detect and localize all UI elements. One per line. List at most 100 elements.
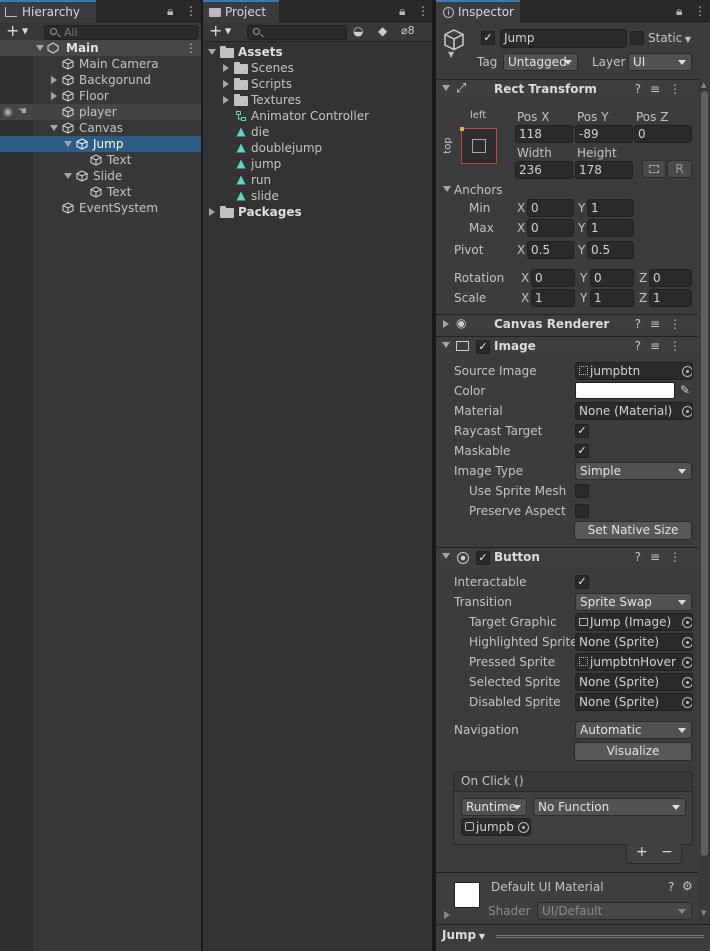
- raw-edit-button[interactable]: R: [667, 160, 692, 178]
- hierarchy-search-input[interactable]: All: [44, 25, 198, 40]
- button-header[interactable]: ✓ Button ?≡⋮: [436, 547, 698, 567]
- posy-field[interactable]: -89: [575, 125, 633, 143]
- navigation-dropdown[interactable]: Automatic: [575, 721, 692, 739]
- active-checkbox[interactable]: ✓: [481, 31, 495, 45]
- raycast-target-checkbox[interactable]: ✓: [575, 424, 589, 438]
- function-dropdown[interactable]: No Function: [533, 798, 686, 816]
- collapse-arrow-icon[interactable]: [442, 85, 450, 91]
- onclick-object-field[interactable]: jumpb: [461, 818, 531, 836]
- project-item-jump[interactable]: jump: [203, 156, 432, 172]
- collapse-arrow-icon[interactable]: [442, 342, 450, 348]
- expand-arrow-icon[interactable]: [64, 173, 72, 179]
- expand-arrow-icon[interactable]: [223, 96, 229, 104]
- expand-arrow-icon[interactable]: [51, 92, 57, 100]
- scroll-up-arrow[interactable]: ▲: [701, 81, 706, 89]
- hidden-packages-icon[interactable]: ⌀8: [401, 24, 415, 37]
- filter-by-label-icon[interactable]: ◆: [378, 24, 387, 38]
- material-field[interactable]: None (Material): [575, 402, 693, 420]
- more-menu-icon[interactable]: ⋮: [669, 339, 690, 353]
- filter-by-type-icon[interactable]: ◒: [353, 24, 363, 38]
- lock-icon[interactable]: 🔒︎: [167, 4, 173, 19]
- gear-icon[interactable]: ⚙: [682, 879, 693, 893]
- scrollbar-thumb[interactable]: [701, 91, 708, 856]
- object-picker-icon[interactable]: [682, 406, 692, 417]
- object-picker-icon[interactable]: [682, 697, 692, 708]
- more-menu-icon[interactable]: ⋮: [669, 550, 690, 564]
- image-header[interactable]: ✓ Image ?≡⋮: [436, 336, 698, 356]
- more-menu-icon[interactable]: ⋮: [185, 40, 197, 56]
- expand-arrow-icon[interactable]: [443, 320, 449, 328]
- more-menu-icon[interactable]: ⋮: [669, 317, 690, 331]
- remove-listener-button[interactable]: −: [661, 844, 673, 860]
- project-item-textures[interactable]: Textures: [203, 92, 432, 108]
- anchor-presets-button[interactable]: [460, 127, 497, 164]
- project-item-scenes[interactable]: Scenes: [203, 60, 432, 76]
- add-listener-button[interactable]: +: [636, 844, 648, 860]
- more-menu-icon[interactable]: ⋮: [694, 4, 706, 18]
- static-checkbox[interactable]: [630, 31, 644, 45]
- expand-arrow-icon[interactable]: [50, 125, 58, 131]
- help-icon[interactable]: ?: [635, 550, 650, 564]
- more-menu-icon[interactable]: ⋮: [417, 4, 429, 18]
- hierarchy-item-slide[interactable]: Slide: [0, 168, 201, 184]
- tab-hierarchy[interactable]: Hierarchy: [0, 0, 96, 22]
- hierarchy-scene-main[interactable]: Main ⋮: [0, 40, 201, 56]
- anchor-max-x-field[interactable]: 0: [527, 219, 574, 237]
- presets-icon[interactable]: ≡: [650, 82, 669, 96]
- button-enabled-checkbox[interactable]: ✓: [476, 551, 490, 565]
- pressed-sprite-field[interactable]: jumpbtnHover: [575, 653, 693, 671]
- project-item-slide[interactable]: slide: [203, 188, 432, 204]
- presets-icon[interactable]: ≡: [650, 339, 669, 353]
- help-icon[interactable]: ?: [635, 82, 650, 96]
- hierarchy-item-jump[interactable]: Jump: [0, 136, 201, 152]
- material-expand-arrow[interactable]: [444, 911, 450, 919]
- anchor-max-y-field[interactable]: 1: [587, 219, 634, 237]
- help-icon[interactable]: ?: [635, 339, 650, 353]
- more-menu-icon[interactable]: ⋮: [185, 4, 197, 18]
- hierarchy-item-jump-text[interactable]: Text: [0, 152, 201, 168]
- object-picker-icon[interactable]: [518, 822, 529, 833]
- hierarchy-item-main-camera[interactable]: Main Camera: [0, 56, 201, 72]
- width-field[interactable]: 236: [515, 161, 573, 179]
- eyedropper-icon[interactable]: ✎: [680, 383, 690, 397]
- visualize-button[interactable]: Visualize: [574, 742, 692, 761]
- project-item-die[interactable]: die: [203, 124, 432, 140]
- visibility-eye-icon[interactable]: ◉: [3, 104, 13, 120]
- anchor-min-y-field[interactable]: 1: [587, 199, 634, 217]
- posz-field[interactable]: 0: [634, 125, 692, 143]
- canvas-renderer-header[interactable]: ◉ Canvas Renderer ?≡⋮: [436, 314, 698, 334]
- pickable-hand-icon[interactable]: ☚: [18, 104, 27, 120]
- shader-dropdown[interactable]: UI/Default: [537, 902, 692, 920]
- selected-sprite-field[interactable]: None (Sprite): [575, 673, 693, 691]
- color-swatch[interactable]: [575, 382, 675, 399]
- rotation-x-field[interactable]: 0: [531, 269, 575, 287]
- footer-object-dropdown[interactable]: Jump ▼: [442, 928, 485, 942]
- image-enabled-checkbox[interactable]: ✓: [476, 340, 490, 354]
- footer-resize-divider[interactable]: [496, 935, 704, 938]
- rotation-z-field[interactable]: 0: [649, 269, 692, 287]
- lock-icon[interactable]: 🔒︎: [676, 4, 682, 19]
- project-item-animator-controller[interactable]: Animator Controller: [203, 108, 432, 124]
- set-native-size-button[interactable]: Set Native Size: [574, 521, 692, 540]
- project-item-scripts[interactable]: Scripts: [203, 76, 432, 92]
- use-sprite-mesh-checkbox[interactable]: [575, 484, 589, 498]
- object-picker-icon[interactable]: [682, 677, 692, 688]
- hierarchy-item-eventsystem[interactable]: EventSystem: [0, 200, 201, 216]
- object-picker-icon[interactable]: [682, 637, 692, 648]
- project-item-assets[interactable]: Assets: [203, 44, 432, 60]
- add-dropdown-button[interactable]: + ▼: [6, 22, 28, 41]
- collapse-arrow-icon[interactable]: [442, 553, 450, 559]
- hierarchy-item-backgorund[interactable]: Backgorund: [0, 72, 201, 88]
- static-dropdown[interactable]: Static ▼: [648, 31, 691, 45]
- height-field[interactable]: 178: [575, 161, 633, 179]
- preserve-aspect-checkbox[interactable]: [575, 504, 589, 518]
- layer-dropdown[interactable]: UI: [628, 53, 692, 71]
- expand-arrow-icon[interactable]: [208, 49, 216, 55]
- more-menu-icon[interactable]: ⋮: [669, 82, 690, 96]
- maskable-checkbox[interactable]: ✓: [575, 444, 589, 458]
- tab-project[interactable]: Project: [203, 0, 279, 22]
- project-item-run[interactable]: run: [203, 172, 432, 188]
- object-picker-icon[interactable]: [682, 366, 692, 377]
- help-icon[interactable]: ?: [635, 317, 650, 331]
- hierarchy-item-slide-text[interactable]: Text: [0, 184, 201, 200]
